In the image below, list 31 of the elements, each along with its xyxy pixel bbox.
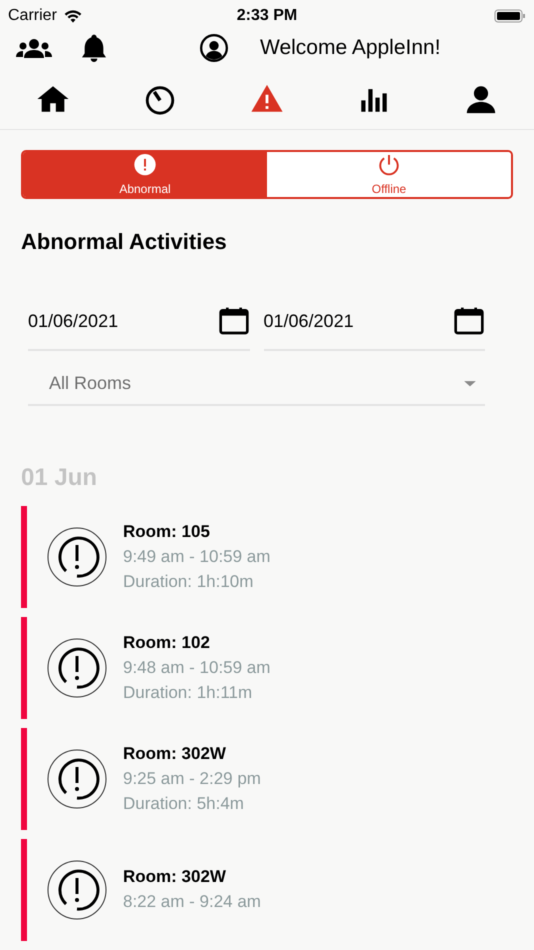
activity-card[interactable]: Room: 102 9:48 am - 10:59 am Duration: 1h:11m [21, 616, 534, 719]
time-range: 9:48 am - 10:59 am [123, 658, 270, 678]
room-label: Room: 102 [123, 632, 211, 653]
room-label: Room: 302W [123, 867, 227, 888]
calendar-icon [453, 305, 485, 338]
carrier-label: Carrier [8, 7, 57, 25]
room-label: Room: 105 [123, 522, 211, 542]
activity-card[interactable]: Room: 302W 8:22 am - 9:24 am [21, 838, 534, 941]
section-title: Abnormal Activities [21, 229, 228, 256]
alert-circle-icon [47, 526, 107, 587]
segment-tab[interactable]: Offline [267, 152, 511, 198]
time-range: 9:25 am - 2:29 pm [123, 768, 261, 789]
alert-circle-icon [47, 748, 107, 809]
activity-card[interactable]: Room: 302W 9:25 am - 2:29 pm Duration: 5h:4m [21, 728, 534, 830]
duration-text: Duration: 1h:11m [123, 682, 254, 703]
user-avatar-icon [200, 34, 228, 62]
date-field[interactable]: 01/06/2021 [28, 293, 250, 352]
alert-circle-icon [47, 860, 107, 920]
calendar-icon [218, 305, 250, 338]
room-dropdown[interactable]: All Rooms [28, 363, 485, 406]
activity-card[interactable]: Room: 105 9:49 am - 10:59 am Duration: 1h:10m [21, 506, 534, 608]
duration-text: Duration: 5h:4m [123, 794, 245, 814]
room-label: Room: 302W [123, 744, 227, 764]
segment-tab[interactable]: Abnormal [23, 152, 267, 198]
duration-text: Duration: 1h:10m [123, 572, 254, 592]
time-range: 9:49 am - 10:59 am [123, 546, 270, 567]
time-range: 8:22 am - 9:24 am [123, 892, 261, 912]
status-time: 2:33 PM [236, 7, 298, 25]
alert-circle-icon [47, 638, 107, 698]
date-field[interactable]: 01/06/2021 [264, 293, 485, 352]
welcome-text: Welcome AppleInn! [260, 36, 441, 60]
